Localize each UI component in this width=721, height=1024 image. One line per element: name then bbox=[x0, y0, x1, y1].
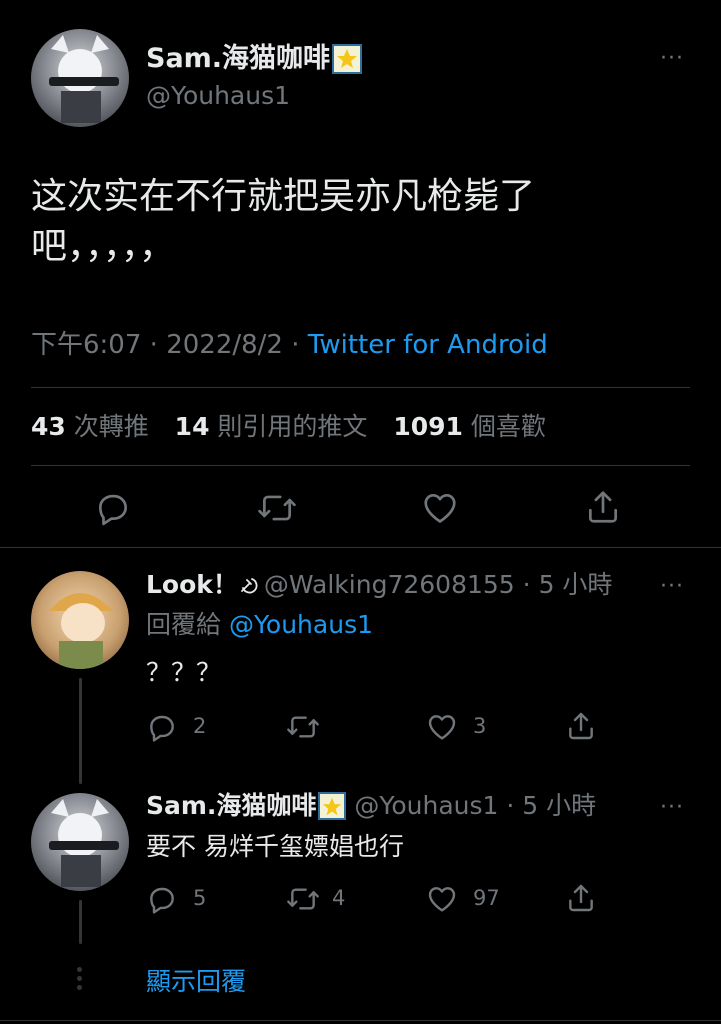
reply-more-icon[interactable]: ··· bbox=[660, 797, 684, 819]
retweets-stat[interactable]: 43 次轉推 bbox=[31, 412, 149, 441]
reply-handle[interactable]: @Youhaus1 bbox=[354, 791, 498, 820]
like-icon[interactable] bbox=[425, 711, 459, 743]
thread-line bbox=[79, 900, 82, 944]
meta-separator: · bbox=[522, 570, 531, 599]
reply-count: 5 bbox=[193, 886, 207, 910]
emoji-badge-icon bbox=[318, 792, 347, 820]
share-icon[interactable] bbox=[584, 487, 622, 527]
tweet-date[interactable]: 2022/8/2 bbox=[166, 330, 283, 360]
like-count: 3 bbox=[473, 714, 487, 738]
show-replies-link[interactable]: 顯示回覆 bbox=[146, 965, 246, 999]
share-icon[interactable] bbox=[565, 709, 597, 743]
reply-avatar[interactable] bbox=[31, 571, 129, 669]
share-icon[interactable] bbox=[565, 881, 597, 915]
retweet-icon[interactable] bbox=[285, 883, 321, 915]
likes-stat[interactable]: 1091 個喜歡 bbox=[393, 412, 546, 441]
reply-time[interactable]: 5 小時 bbox=[539, 570, 613, 599]
like-count: 97 bbox=[473, 886, 500, 910]
quotes-stat[interactable]: 14 則引用的推文 bbox=[175, 412, 368, 441]
main-tweet-avatar[interactable] bbox=[31, 29, 129, 127]
reply-time[interactable]: 5 小時 bbox=[522, 791, 596, 820]
main-tweet-text-line1: 这次实在不行就把吴亦凡枪毙了 bbox=[31, 176, 536, 217]
reply-icon[interactable] bbox=[146, 711, 178, 743]
thread-line bbox=[79, 678, 82, 784]
reply-display-name[interactable]: Sam.海猫咖啡 bbox=[146, 791, 316, 820]
retweet-icon[interactable] bbox=[285, 711, 321, 743]
emoji-badge-icon bbox=[332, 44, 363, 74]
main-display-name[interactable]: Sam.海猫咖啡 bbox=[146, 43, 330, 74]
reply-icon[interactable] bbox=[94, 489, 132, 527]
tweet-time[interactable]: 下午6:07 bbox=[31, 330, 141, 360]
divider bbox=[31, 465, 690, 466]
replying-to-label: 回覆給 bbox=[146, 610, 222, 639]
meta-separator: · bbox=[149, 330, 158, 360]
reply-icon[interactable] bbox=[146, 883, 178, 915]
meta-separator: · bbox=[291, 330, 300, 360]
reply-handle[interactable]: @Walking72608155 bbox=[264, 570, 515, 599]
reply-count: 2 bbox=[193, 714, 207, 738]
divider bbox=[31, 387, 690, 388]
main-tweet-text-line2: 吧，，，，， bbox=[31, 226, 176, 267]
divider bbox=[0, 1020, 721, 1021]
hammer-sickle-icon bbox=[238, 570, 260, 604]
replying-to-handle[interactable]: @Youhaus1 bbox=[229, 610, 373, 639]
reply-more-icon[interactable]: ··· bbox=[660, 576, 684, 598]
reply-avatar[interactable] bbox=[31, 793, 129, 891]
thread-dots bbox=[77, 967, 83, 990]
reply-text: 要不 易烊千玺嫖娼也行 bbox=[146, 832, 404, 861]
retweet-count: 4 bbox=[332, 886, 346, 910]
reply-text: ？？？ bbox=[146, 658, 222, 687]
meta-separator: · bbox=[506, 791, 515, 820]
main-more-icon[interactable]: ··· bbox=[660, 48, 684, 70]
tweet-source-link[interactable]: Twitter for Android bbox=[308, 330, 548, 360]
reply-display-name[interactable]: Look！ bbox=[146, 570, 238, 599]
like-icon[interactable] bbox=[425, 883, 459, 915]
divider bbox=[0, 547, 721, 548]
main-handle[interactable]: @Youhaus1 bbox=[146, 80, 290, 112]
retweet-icon[interactable] bbox=[256, 489, 298, 527]
like-icon[interactable] bbox=[420, 489, 460, 527]
